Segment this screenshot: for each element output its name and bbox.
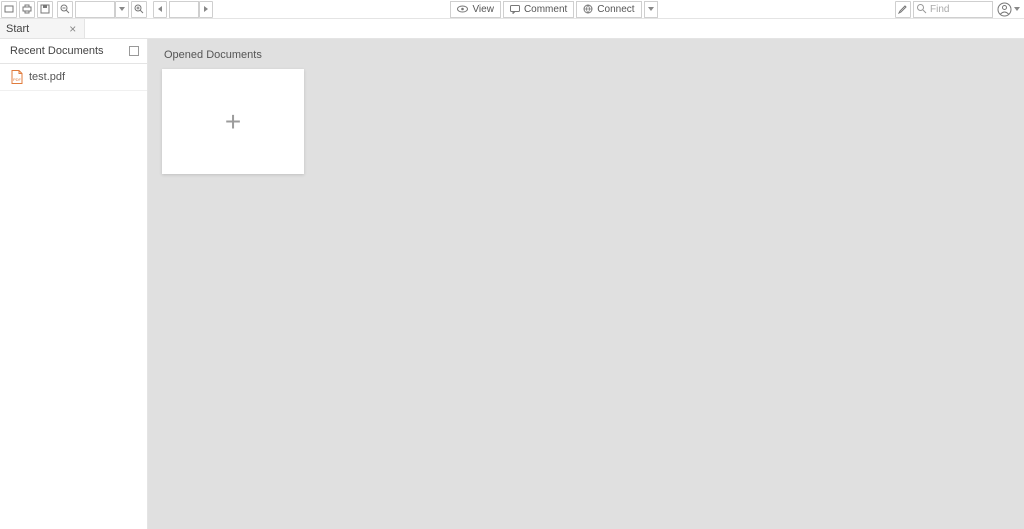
sidebar-title: Recent Documents (10, 45, 104, 57)
mode-view-button[interactable]: View (450, 1, 501, 18)
mode-connect-label: Connect (597, 4, 634, 15)
sidebar-header: Recent Documents (0, 39, 147, 64)
sidebar: Recent Documents PDF test.pdf (0, 39, 148, 529)
user-icon (997, 2, 1012, 17)
tab-start[interactable]: Start × (0, 19, 85, 38)
eye-icon (457, 5, 468, 13)
search-icon (916, 3, 927, 14)
recent-item[interactable]: PDF test.pdf (0, 64, 147, 91)
plus-icon: + (225, 106, 241, 138)
connect-icon (583, 4, 593, 14)
mode-comment-button[interactable]: Comment (503, 1, 574, 18)
zoom-in-button[interactable] (131, 1, 147, 18)
pdf-file-icon: PDF (10, 70, 23, 84)
chevron-right-icon (204, 6, 208, 12)
mode-view-label: View (472, 4, 494, 15)
pin-icon[interactable] (129, 46, 139, 56)
chevron-down-icon (648, 7, 654, 11)
recent-item-name: test.pdf (29, 71, 65, 83)
zoom-dropdown[interactable] (115, 1, 129, 18)
toolbar-right-group (895, 1, 1020, 18)
mode-dropdown[interactable] (644, 1, 658, 18)
toolbar-left-group (1, 1, 215, 18)
open-file-button[interactable] (1, 1, 17, 18)
zoom-out-button[interactable] (57, 1, 73, 18)
next-page-button[interactable] (199, 1, 213, 18)
tab-close-button[interactable]: × (69, 23, 76, 35)
main-area: Recent Documents PDF test.pdf Opened Doc… (0, 39, 1024, 529)
svg-text:PDF: PDF (13, 77, 22, 82)
content-area: Opened Documents + (148, 39, 1024, 529)
zoom-input[interactable] (75, 1, 115, 18)
chevron-left-icon (158, 6, 162, 12)
account-button[interactable] (997, 1, 1020, 18)
top-toolbar: View Comment Connect (0, 0, 1024, 19)
content-title: Opened Documents (164, 49, 1010, 61)
tab-strip: Start × (0, 19, 1024, 39)
toolbar-mode-group: View Comment Connect (450, 1, 659, 18)
chevron-down-icon (1014, 7, 1020, 11)
save-button[interactable] (37, 1, 53, 18)
mode-comment-label: Comment (524, 4, 567, 15)
prev-page-button[interactable] (153, 1, 167, 18)
tab-label: Start (4, 23, 29, 35)
page-input[interactable] (169, 1, 199, 18)
mode-connect-button[interactable]: Connect (576, 1, 641, 18)
comment-icon (510, 5, 520, 14)
new-document-tile[interactable]: + (162, 69, 304, 174)
print-button[interactable] (19, 1, 35, 18)
edit-button[interactable] (895, 1, 911, 18)
chevron-down-icon (119, 7, 125, 11)
find-box (913, 1, 993, 18)
